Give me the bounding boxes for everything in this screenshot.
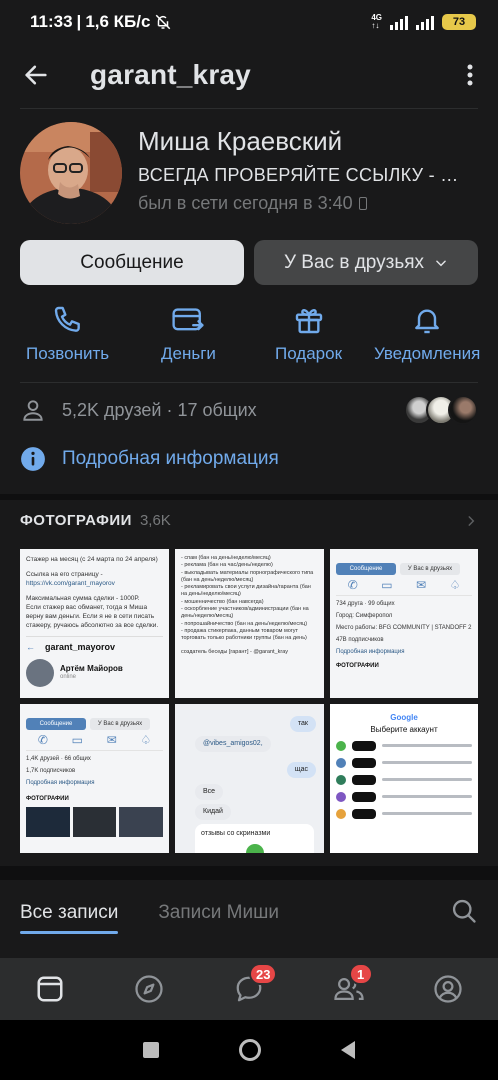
header-divider	[20, 108, 478, 109]
tab-friends[interactable]: 1	[329, 963, 373, 1009]
chevron-right-icon	[468, 515, 475, 526]
notifications-action[interactable]: Уведомления	[374, 300, 480, 364]
online-text: был в сети сегодня в 3:40	[138, 193, 353, 213]
more-vertical-icon	[467, 64, 473, 86]
chevron-down-icon	[436, 260, 446, 266]
friends-count: 5,2K друзей · 17 общих	[62, 399, 257, 420]
status-time: 11:33	[30, 12, 73, 31]
profile-icon	[434, 975, 462, 1003]
friends-row[interactable]: 5,2K друзей · 17 общих	[20, 394, 478, 426]
detailed-info-label: Подробная информация	[62, 448, 279, 469]
actions-divider	[20, 382, 478, 383]
tab-news[interactable]	[30, 969, 70, 1009]
money-action[interactable]: Деньги	[161, 300, 216, 364]
status-speed: 1,6 КБ/с	[85, 12, 151, 31]
system-navigation	[0, 1020, 498, 1080]
back-button[interactable]	[20, 59, 52, 91]
notifications-label: Уведомления	[374, 344, 481, 363]
photo-grid: Стажер на месяц (с 24 марта по 24 апреля…	[20, 549, 478, 853]
signal-icon	[390, 14, 408, 30]
gift-label: Подарок	[275, 344, 343, 363]
wall-tabs: Все записи Записи Миши	[0, 880, 498, 946]
friends-status-label: У Вас в друзьях	[283, 251, 425, 273]
money-transfer-icon	[172, 308, 205, 331]
avatar[interactable]	[20, 122, 122, 224]
user-icon	[23, 400, 43, 421]
photos-header[interactable]: ФОТОГРАФИИ 3,6K	[20, 512, 478, 529]
tab-profile[interactable]	[428, 969, 468, 1009]
photo-thumbnail[interactable]: Google Выберите аккаунт	[330, 704, 478, 853]
profile-name: Миша Краевский	[138, 126, 343, 156]
app-header: garant_kray	[0, 44, 498, 106]
tab-all-posts[interactable]: Все записи	[20, 880, 119, 946]
photo-thumbnail[interactable]: Сообщение У Вас в друзьях ✆ ▭ ✉ ♤ 734 друга…	[330, 549, 478, 698]
messages-badge: 23	[248, 963, 278, 985]
arrow-left-icon	[25, 65, 47, 85]
call-action[interactable]: Позвонить	[26, 300, 109, 364]
section-divider	[0, 494, 498, 500]
compass-icon	[135, 975, 164, 1003]
online-status: был в сети сегодня в 3:40	[138, 193, 367, 214]
message-button[interactable]: Сообщение	[20, 240, 244, 285]
recent-apps-button[interactable]	[143, 1042, 159, 1058]
mobile-icon	[358, 197, 367, 210]
more-button[interactable]	[458, 59, 482, 91]
photo-thumbnail[interactable]: - спам (бан на день/неделю/месяц) - рекл…	[175, 549, 324, 698]
home-button[interactable]	[239, 1039, 261, 1061]
photo-thumbnail[interactable]: так @vibes_amigos02, щас Все Кидай отзыв…	[175, 704, 324, 853]
newsfeed-icon	[37, 976, 63, 1002]
gift-icon	[295, 309, 322, 334]
call-label: Позвонить	[26, 344, 110, 363]
photos-count: 3,6K	[139, 512, 171, 529]
section-gap	[0, 866, 498, 880]
photos-title: ФОТОГРАФИИ	[20, 512, 132, 529]
bell-icon	[415, 309, 440, 334]
money-label: Деньги	[161, 344, 216, 363]
friends-avatars	[404, 395, 478, 425]
signal-icon-2	[416, 14, 434, 30]
friends-status-button[interactable]: У Вас в друзьях	[254, 240, 478, 285]
friends-badge: 1	[348, 963, 373, 985]
search-icon	[452, 899, 476, 923]
photo-thumbnail[interactable]: Стажер на месяц (с 24 марта по 24 апреля…	[20, 549, 169, 698]
phone-icon	[54, 306, 80, 332]
battery-icon: 73	[442, 14, 476, 30]
tab-discover[interactable]	[129, 969, 169, 1009]
bottom-tab-bar: 23 1	[0, 958, 498, 1020]
tab-owner-posts[interactable]: Записи Миши	[158, 880, 279, 946]
detailed-info-link[interactable]: Подробная информация	[20, 446, 279, 472]
photo-thumbnail[interactable]: Сообщение У Вас в друзьях ✆ ▭ ✉ ♤ 1,4K друз…	[20, 704, 169, 853]
avatar-image	[20, 122, 122, 224]
network-type: 4G ↑↓	[371, 13, 382, 30]
mute-icon	[156, 14, 171, 30]
friend-avatar	[448, 395, 478, 425]
back-nav-button[interactable]	[341, 1041, 355, 1059]
wall-search-button[interactable]	[450, 897, 478, 930]
info-icon	[21, 447, 45, 471]
page-title: garant_kray	[90, 59, 251, 90]
status-bar: 11:33 | 1,6 КБ/с 4G ↑↓ 73	[0, 0, 498, 44]
gift-action[interactable]: Подарок	[275, 300, 342, 364]
profile-status: ВСЕГДА ПРОВЕРЯЙТЕ ССЫЛКУ - @garant_kray	[138, 165, 476, 185]
tab-messages[interactable]: 23	[229, 963, 278, 1009]
